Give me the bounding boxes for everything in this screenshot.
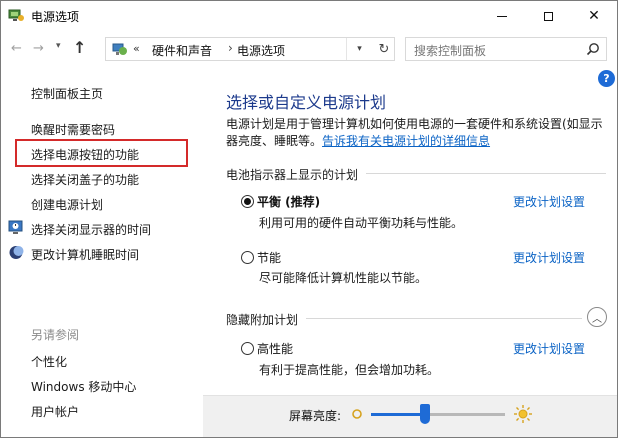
brightness-label: 屏幕亮度: [289, 409, 342, 423]
description-line-2: 器亮度、睡眠等。 [226, 134, 323, 148]
display-clock-icon [8, 220, 25, 235]
power-options-window: 电源选项 ✕ ← → ▾ ↑ « 硬件和声音 › 电源选项 ▾ ↻ 搜索控制面板… [0, 0, 618, 438]
see-also-mobility-center[interactable]: Windows 移动中心 [31, 378, 136, 395]
power-options-app-icon [8, 8, 25, 23]
control-panel-icon [112, 41, 128, 57]
sidebar-item-require-password[interactable]: 唤醒时需要密码 [31, 121, 115, 138]
see-also-user-accounts[interactable]: 用户帐户 [31, 403, 79, 420]
close-icon: ✕ [588, 8, 600, 24]
collapse-chevron-icon[interactable]: ︿ [587, 307, 607, 327]
recent-locations-dropdown-icon[interactable]: ▾ [56, 41, 61, 51]
help-icon[interactable]: ? [598, 70, 615, 87]
maximize-icon [543, 11, 553, 21]
brightness-slider-thumb[interactable] [419, 404, 430, 424]
high-performance-plan-radio[interactable] [241, 342, 254, 355]
breadcrumb-power-options[interactable]: 电源选项 [237, 42, 285, 59]
brightness-high-icon [513, 404, 533, 424]
maximize-button[interactable] [525, 1, 571, 31]
address-dropdown-icon[interactable]: ▾ [346, 38, 372, 60]
title-bar: 电源选项 ✕ [1, 1, 617, 31]
breadcrumb-hardware-sound[interactable]: 硬件和声音 [152, 42, 212, 59]
high-performance-change-settings-link[interactable]: 更改计划设置 [513, 340, 585, 357]
minimize-icon [497, 15, 507, 17]
navigation-bar: ← → ▾ ↑ « 硬件和声音 › 电源选项 ▾ ↻ 搜索控制面板 [1, 31, 617, 67]
sidebar-item-lid-close[interactable]: 选择关闭盖子的功能 [31, 171, 139, 188]
search-placeholder: 搜索控制面板 [414, 44, 487, 58]
balanced-plan-radio[interactable] [241, 195, 254, 208]
up-arrow-icon[interactable]: ↑ [73, 38, 86, 57]
power-saver-plan-name[interactable]: 节能 [257, 249, 281, 266]
sleep-moon-icon [8, 245, 25, 260]
sidebar-item-sleep-time[interactable]: 更改计算机睡眠时间 [31, 246, 139, 263]
breadcrumb-overflow[interactable]: « [133, 42, 140, 55]
high-performance-plan-description: 有利于提高性能，但会增加功耗。 [259, 363, 440, 377]
search-box[interactable]: 搜索控制面板 [405, 37, 607, 61]
power-saver-change-settings-link[interactable]: 更改计划设置 [513, 249, 585, 266]
sidebar-control-panel-home[interactable]: 控制面板主页 [31, 85, 103, 102]
breadcrumb-separator-icon[interactable]: › [228, 41, 233, 55]
battery-plans-heading: 电池指示器上显示的计划 [226, 168, 359, 182]
brightness-slider-fill [371, 413, 425, 416]
power-plan-info-link[interactable]: 告诉我有关电源计划的详细信息 [322, 134, 490, 148]
power-saver-plan-radio[interactable] [241, 251, 254, 264]
refresh-icon[interactable]: ↻ [372, 38, 396, 60]
hidden-plans-heading: 隐藏附加计划 [226, 313, 299, 327]
minimize-button[interactable] [479, 1, 525, 31]
power-saver-plan-description: 尽可能降低计算机性能以节能。 [259, 271, 428, 285]
back-arrow-icon[interactable]: ← [11, 41, 22, 56]
sidebar-item-power-button[interactable]: 选择电源按钮的功能 [31, 146, 139, 163]
page-description: 电源计划是用于管理计算机如何使用电源的一套硬件和系统设置(如显示 器亮度、睡眠等… [226, 116, 606, 150]
description-line-1: 电源计划是用于管理计算机如何使用电源的一套硬件和系统设置(如显示 [226, 117, 603, 131]
close-button[interactable]: ✕ [571, 1, 617, 31]
balanced-plan-description: 利用可用的硬件自动平衡功耗与性能。 [259, 216, 464, 230]
balanced-plan-name[interactable]: 平衡 (推荐) [257, 193, 320, 210]
battery-plans-divider [366, 173, 606, 174]
page-title: 选择或自定义电源计划 [226, 93, 387, 112]
sidebar-item-create-plan[interactable]: 创建电源计划 [31, 196, 103, 213]
window-title: 电源选项 [31, 10, 80, 24]
see-also-heading: 另请参阅 [31, 328, 80, 342]
brightness-footer: 屏幕亮度: [203, 395, 617, 437]
address-bar[interactable]: « 硬件和声音 › 电源选项 ▾ ↻ [105, 37, 395, 61]
forward-arrow-icon[interactable]: → [33, 41, 44, 56]
brightness-low-icon [351, 408, 363, 420]
see-also-personalization[interactable]: 个性化 [31, 353, 67, 370]
sidebar-item-display-off[interactable]: 选择关闭显示器的时间 [31, 221, 151, 238]
balanced-change-settings-link[interactable]: 更改计划设置 [513, 193, 585, 210]
hidden-plans-divider [306, 318, 582, 319]
brightness-slider[interactable] [371, 413, 505, 416]
search-icon[interactable] [586, 42, 600, 56]
high-performance-plan-name[interactable]: 高性能 [257, 340, 293, 357]
